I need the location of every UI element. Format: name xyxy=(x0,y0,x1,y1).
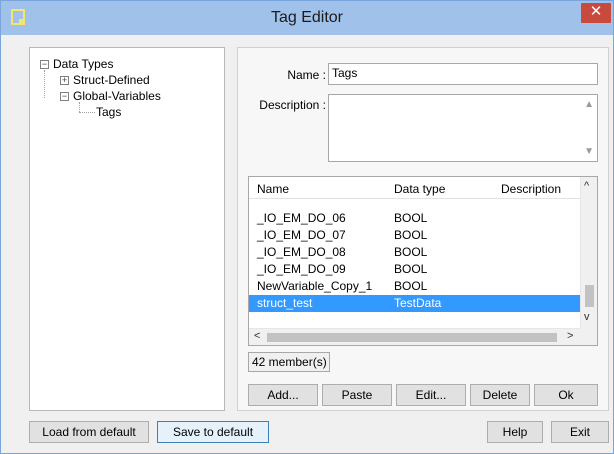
table-row-selected[interactable]: struct_test TestData xyxy=(249,295,581,312)
column-data-type[interactable]: Data type xyxy=(394,182,445,196)
table-row[interactable]: _IO_EM_DO_09 BOOL xyxy=(249,261,581,278)
exit-button[interactable]: Exit xyxy=(551,421,609,443)
tag-details-panel: Name : Tags Description : ▲ ▼ Name Data … xyxy=(237,47,609,411)
table-row[interactable]: _IO_EM_DO_07 BOOL xyxy=(249,227,581,244)
scroll-right-icon[interactable]: > xyxy=(567,330,573,342)
add-button[interactable]: Add... xyxy=(248,384,318,406)
paste-button[interactable]: Paste xyxy=(322,384,392,406)
tree-item-tags[interactable]: Tags xyxy=(96,104,121,120)
description-input[interactable]: ▲ ▼ xyxy=(328,94,598,162)
tree-item-global-variables[interactable]: Global-Variables xyxy=(73,88,161,104)
horizontal-scrollbar[interactable]: < > xyxy=(249,328,581,345)
help-button[interactable]: Help xyxy=(487,421,543,443)
edit-button[interactable]: Edit... xyxy=(396,384,466,406)
table-row[interactable]: NewVariable_Copy_1 BOOL xyxy=(249,278,581,295)
description-label: Description : xyxy=(259,98,326,112)
expand-icon[interactable]: + xyxy=(60,76,69,85)
save-to-default-button[interactable]: Save to default xyxy=(157,421,269,443)
close-button[interactable]: ✕ xyxy=(581,3,611,23)
cell-name: struct_test xyxy=(257,296,313,310)
tree-line xyxy=(79,112,95,113)
column-name[interactable]: Name xyxy=(257,182,289,196)
cell-name: NewVariable_Copy_1 xyxy=(257,279,373,293)
cell-name: _IO_EM_DO_08 xyxy=(257,245,346,259)
vertical-scrollbar[interactable]: ^ v xyxy=(580,177,597,329)
cell-type: TestData xyxy=(394,296,442,310)
cell-type: BOOL xyxy=(394,262,428,276)
collapse-icon[interactable]: − xyxy=(40,60,49,69)
cell-name: _IO_EM_DO_07 xyxy=(257,228,346,242)
cell-type: BOOL xyxy=(394,279,428,293)
scroll-thumb[interactable] xyxy=(585,285,594,307)
cell-name: _IO_EM_DO_06 xyxy=(257,211,346,225)
name-input[interactable]: Tags xyxy=(328,63,598,85)
tag-editor-window: Tag Editor ✕ − Data Types + Struct-Defin… xyxy=(0,0,614,454)
data-types-tree[interactable]: − Data Types + Struct-Defined − Global-V… xyxy=(29,47,225,411)
cell-type: BOOL xyxy=(394,228,428,242)
scroll-up-icon[interactable]: ^ xyxy=(584,180,589,192)
ok-button[interactable]: Ok xyxy=(534,384,598,406)
table-row[interactable]: _IO_EM_DO_06 BOOL xyxy=(249,210,581,227)
scroll-thumb[interactable] xyxy=(267,333,557,342)
table-row[interactable]: _IO_EM_DO_08 BOOL xyxy=(249,244,581,261)
members-list[interactable]: Name Data type Description _IO_EM_DO_06 … xyxy=(248,176,598,346)
tree-line xyxy=(44,70,45,98)
scroll-down-icon[interactable]: ▼ xyxy=(584,146,594,157)
column-description[interactable]: Description xyxy=(501,182,561,196)
scroll-left-icon[interactable]: < xyxy=(254,330,260,342)
tree-item-data-types[interactable]: Data Types xyxy=(53,56,113,72)
load-from-default-button[interactable]: Load from default xyxy=(29,421,149,443)
tree-item-struct-defined[interactable]: Struct-Defined xyxy=(73,72,150,88)
scrollbar-corner xyxy=(580,328,597,345)
scroll-down-icon[interactable]: v xyxy=(584,311,590,323)
name-label: Name : xyxy=(287,68,326,82)
cell-name: _IO_EM_DO_09 xyxy=(257,262,346,276)
title-bar[interactable]: Tag Editor ✕ xyxy=(1,1,613,35)
scroll-up-icon[interactable]: ▲ xyxy=(584,99,594,110)
delete-button[interactable]: Delete xyxy=(470,384,530,406)
window-title: Tag Editor xyxy=(270,9,344,26)
collapse-icon[interactable]: − xyxy=(60,92,69,101)
cell-type: BOOL xyxy=(394,211,428,225)
member-count: 42 member(s) xyxy=(248,352,330,372)
cell-type: BOOL xyxy=(394,245,428,259)
tree-line xyxy=(79,102,80,112)
list-header: Name Data type Description xyxy=(249,177,581,199)
